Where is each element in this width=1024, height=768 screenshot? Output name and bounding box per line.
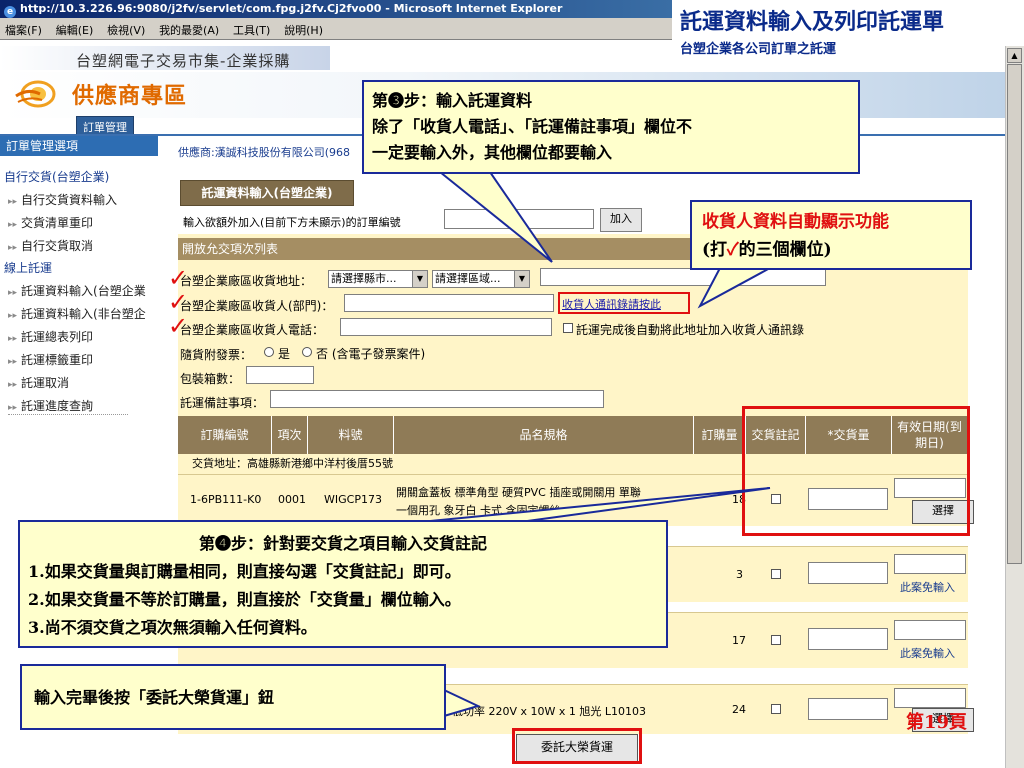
step4-callout: 第❹步：針對要交貨之項目輸入交貨註記 1.如果交貨量與訂購量相同，則直接勾選「交… [18, 520, 668, 648]
step3-line2: 一定要輸入外，其他欄位都要輸入 [372, 143, 613, 162]
auto-fill-callout: 收貨人資料自動顯示功能 (打✓的三個欄位) [690, 200, 972, 270]
auto-fill-note: (打✓的三個欄位) [702, 236, 960, 264]
step3-title: 第❸步：輸入託運資料 [372, 91, 533, 110]
step3-callout: 第❸步：輸入託運資料 除了「收貨人電話」、「託運備註事項」欄位不 一定要輸入外，… [362, 80, 860, 174]
auto-fill-title: 收貨人資料自動顯示功能 [702, 212, 889, 232]
step4-line3: 3.尚不須交貨之項次無須輸入任何資料。 [28, 618, 317, 637]
auto-fill-note-suffix: 的三個欄位) [738, 240, 832, 260]
step5-callout: 輸入完畢後按「委託大榮貨運」鈕 [20, 664, 446, 730]
step4-line1: 1.如果交貨量與訂購量相同，則直接勾選「交貨註記」即可。 [28, 562, 461, 581]
auto-fill-note-prefix: (打 [702, 240, 728, 260]
step4-line2: 2.如果交貨量不等於訂購量，則直接於「交貨量」欄位輸入。 [28, 590, 461, 609]
step5-text: 輸入完畢後按「委託大榮貨運」鈕 [34, 688, 275, 707]
step3-line1: 除了「收貨人電話」、「託運備註事項」欄位不 [372, 117, 693, 136]
check-mark-icon: ✓ [727, 240, 739, 260]
step4-title: 第❹步：針對要交貨之項目輸入交貨註記 [198, 534, 487, 553]
